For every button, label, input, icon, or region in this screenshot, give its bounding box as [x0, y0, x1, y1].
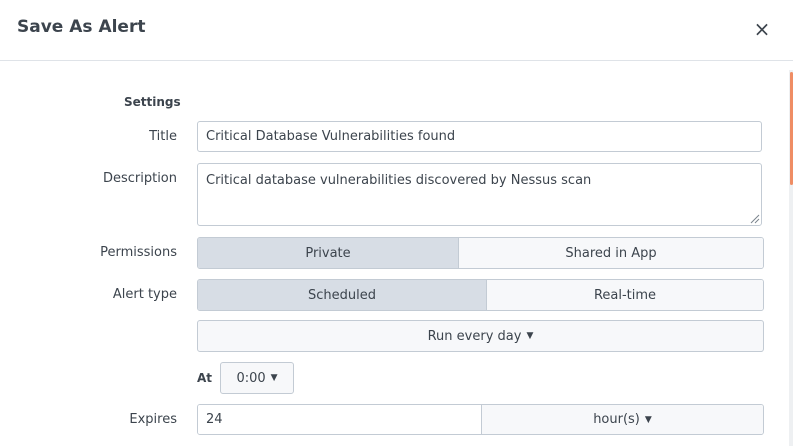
resize-grip-icon[interactable]	[750, 214, 760, 224]
alert-type-realtime-button[interactable]: Real-time	[486, 280, 763, 310]
expires-unit-dropdown[interactable]: hour(s) ▼	[481, 405, 763, 434]
alert-type-scheduled-button[interactable]: Scheduled	[198, 280, 486, 310]
caret-down-icon: ▼	[644, 414, 652, 425]
time-dropdown-label: 0:00	[236, 370, 266, 386]
expires-input[interactable]: 24	[198, 405, 481, 434]
expires-group: 24 hour(s) ▼	[197, 404, 764, 435]
dialog-header: Save As Alert ×	[0, 0, 793, 61]
time-dropdown[interactable]: 0:00 ▼	[220, 362, 294, 394]
settings-section-label: Settings	[124, 95, 181, 109]
description-textarea[interactable]: Critical database vulnerabilities discov…	[197, 163, 762, 226]
description-text: Critical database vulnerabilities discov…	[206, 173, 592, 188]
title-input[interactable]: Critical Database Vulnerabilities found	[197, 121, 762, 152]
caret-down-icon: ▼	[526, 331, 534, 341]
title-label: Title	[149, 129, 177, 144]
at-label: At	[197, 371, 213, 385]
permissions-label: Permissions	[100, 245, 177, 260]
close-icon[interactable]: ×	[751, 18, 773, 40]
caret-down-icon: ▼	[270, 373, 278, 383]
permissions-toggle: Private Shared in App	[197, 237, 764, 269]
dialog-title: Save As Alert	[17, 17, 146, 37]
expires-unit-label: hour(s)	[593, 412, 640, 427]
permissions-shared-button[interactable]: Shared in App	[458, 238, 763, 268]
description-label: Description	[102, 171, 177, 186]
alert-type-toggle: Scheduled Real-time	[197, 279, 764, 311]
alert-type-label: Alert type	[112, 287, 177, 302]
permissions-private-button[interactable]: Private	[198, 238, 458, 268]
schedule-dropdown-label: Run every day	[427, 328, 522, 344]
expires-label: Expires	[129, 412, 177, 427]
schedule-dropdown[interactable]: Run every day ▼	[197, 320, 764, 352]
